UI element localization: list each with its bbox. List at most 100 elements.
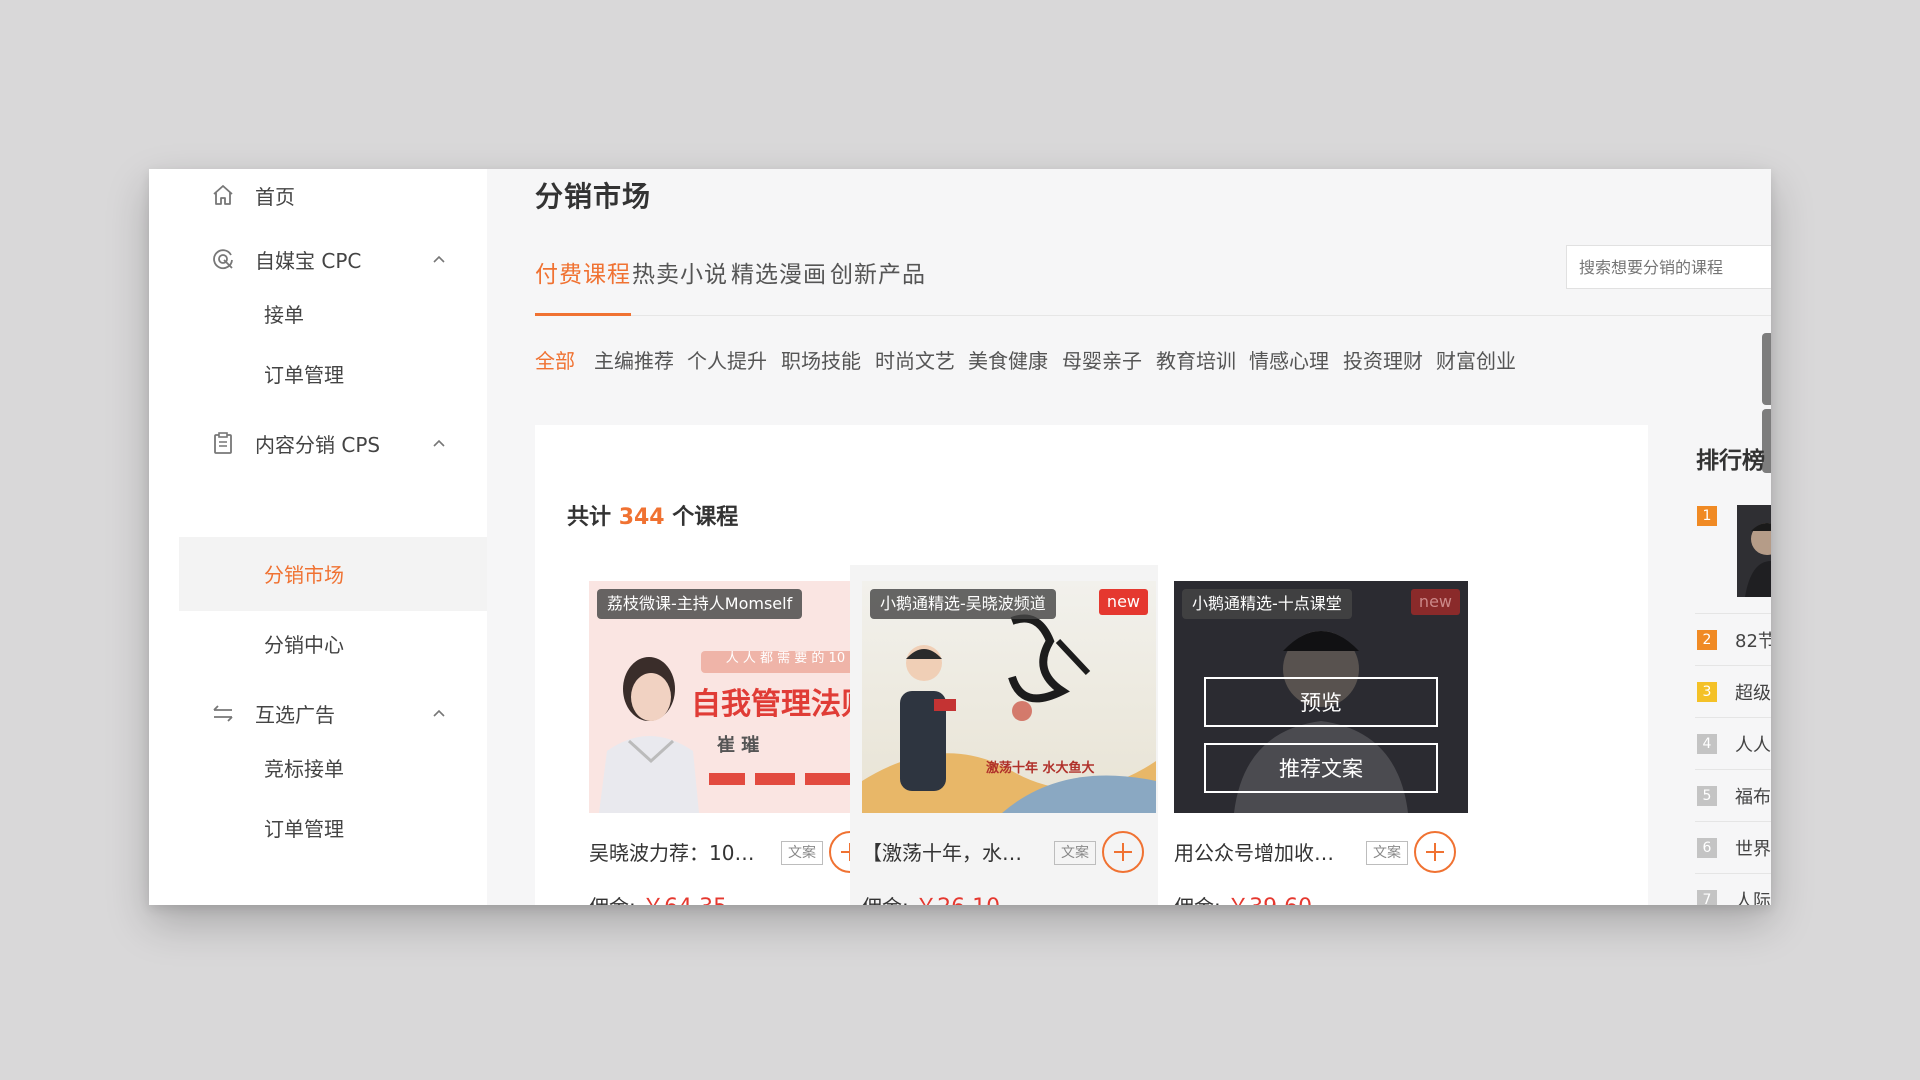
app-window: 首页 自媒宝 CPC 接单 订单管理 内容分销 CPS 分销市场 分销中心 互选… xyxy=(149,169,1771,905)
ranking-item[interactable]: 6 世界 xyxy=(1697,833,1771,863)
new-badge: new xyxy=(1410,589,1460,615)
course-source-tag: 荔枝微课-主持人Momself xyxy=(597,589,803,619)
nav-home-label: 首页 xyxy=(255,184,295,209)
new-badge: new xyxy=(1098,589,1148,615)
ranking-item[interactable]: 2 82节 xyxy=(1697,625,1771,655)
nav-group-cps[interactable]: 内容分销 CPS xyxy=(209,425,445,461)
tab-innovative-products[interactable]: 创新产品 xyxy=(830,255,926,289)
sidebar: 首页 自媒宝 CPC 接单 订单管理 内容分销 CPS 分销市场 分销中心 互选… xyxy=(149,169,489,905)
nav-item-cpc-orders[interactable]: 接单 xyxy=(264,297,304,333)
nav-item-bid-orders[interactable]: 竞标接单 xyxy=(264,751,344,787)
rank-text: 人人 xyxy=(1735,735,1771,756)
ranking-item[interactable]: 1 xyxy=(1697,501,1735,531)
rank-number: 5 xyxy=(1697,786,1717,806)
poster-name: 崔 璀 xyxy=(717,735,760,756)
category-wealth-startup[interactable]: 财富创业 xyxy=(1436,345,1516,374)
nav-item-ads-order-manage[interactable]: 订单管理 xyxy=(264,811,344,847)
search-input[interactable] xyxy=(1566,245,1771,289)
course-title[interactable]: 吴晓波力荐：10… xyxy=(589,837,769,866)
ranking-thumbnail[interactable] xyxy=(1737,505,1771,597)
category-editor-picks[interactable]: 主编推荐 xyxy=(594,345,674,374)
course-card[interactable]: 人 人 都 需 要 的 10 大 自我管理法则 崔 璀 荔枝微课-主持人Moms… xyxy=(565,565,885,905)
tab-selected-comics[interactable]: 精选漫画 xyxy=(731,255,827,289)
course-source-tag: 小鹅通精选-吴晓波频道 xyxy=(870,589,1056,619)
course-source-tag: 小鹅通精选-十点课堂 xyxy=(1182,589,1352,619)
page-title: 分销市场 xyxy=(535,180,652,213)
nav-group-cpc-label: 自媒宝 CPC xyxy=(255,248,362,273)
course-card[interactable]: 激荡十年 水大鱼大 小鹅通精选-吴晓波频道 new 【激荡十年，水… 文案 佣金… xyxy=(850,565,1158,905)
course-title[interactable]: 【激荡十年，水… xyxy=(862,837,1042,866)
course-title[interactable]: 用公众号增加收… xyxy=(1174,837,1354,866)
copy-tag[interactable]: 文案 xyxy=(1054,841,1096,865)
rank-number: 7 xyxy=(1697,890,1717,905)
nav-item-distribution-center[interactable]: 分销中心 xyxy=(264,627,344,663)
ranking-title: 排行榜 xyxy=(1696,448,1765,474)
nav-group-cpc[interactable]: 自媒宝 CPC xyxy=(209,241,445,277)
rank-divider xyxy=(1695,769,1771,770)
rank-text: 人际 xyxy=(1735,891,1771,905)
chevron-up-icon[interactable] xyxy=(429,249,449,269)
recommend-copy-button[interactable]: 推荐文案 xyxy=(1204,743,1438,793)
commission: 佣金: ￥39.60 xyxy=(1174,889,1312,905)
rank-number: 2 xyxy=(1697,630,1717,650)
course-thumbnail[interactable]: 激荡十年 水大鱼大 小鹅通精选-吴晓波频道 new xyxy=(862,581,1156,813)
clipboard-icon xyxy=(209,429,237,457)
nav-group-cps-label: 内容分销 CPS xyxy=(255,432,381,457)
swap-icon xyxy=(209,699,237,727)
ranking-item[interactable]: 4 人人 xyxy=(1697,729,1771,759)
rank-text: 超级 xyxy=(1735,683,1771,704)
course-card[interactable]: 小鹅通精选-十点课堂 new 预览 推荐文案 用公众号增加收… 文案 佣金: ￥… xyxy=(1150,565,1470,905)
poster-subtitle: 激荡十年 水大鱼大 xyxy=(986,761,1095,776)
copy-tag[interactable]: 文案 xyxy=(1366,841,1408,865)
target-icon xyxy=(209,245,237,273)
add-course-button[interactable] xyxy=(1414,831,1456,873)
rank-divider xyxy=(1695,717,1771,718)
nav-item-distribution-market[interactable]: 分销市场 xyxy=(264,557,344,593)
nav-group-ads[interactable]: 互选广告 xyxy=(209,695,445,731)
category-career-skills[interactable]: 职场技能 xyxy=(781,345,861,374)
category-emotional-psychology[interactable]: 情感心理 xyxy=(1249,345,1329,374)
category-all[interactable]: 全部 xyxy=(535,345,575,374)
add-course-button[interactable] xyxy=(1102,831,1144,873)
ranking-item[interactable]: 5 福布 xyxy=(1697,781,1771,811)
preview-button[interactable]: 预览 xyxy=(1204,677,1438,727)
plus-icon xyxy=(1426,843,1444,861)
commission-label: 佣金: xyxy=(1174,895,1221,905)
commission: 佣金: ￥64.35 xyxy=(589,889,727,905)
scrollbar-handle[interactable] xyxy=(1762,333,1771,405)
tab-hot-novels[interactable]: 热卖小说 xyxy=(632,255,728,289)
category-parenting[interactable]: 母婴亲子 xyxy=(1062,345,1142,374)
rank-divider xyxy=(1695,821,1771,822)
rank-text: 福布 xyxy=(1735,787,1771,808)
category-fashion-arts[interactable]: 时尚文艺 xyxy=(875,345,955,374)
chevron-up-icon[interactable] xyxy=(429,703,449,723)
ranking-item[interactable]: 7 人际 xyxy=(1697,885,1771,905)
ranking-item[interactable]: 3 超级 xyxy=(1697,677,1771,707)
nav-home[interactable]: 首页 xyxy=(209,177,295,213)
rank-text: 82节 xyxy=(1735,631,1771,652)
tab-paid-courses[interactable]: 付费课程 xyxy=(535,255,631,289)
rank-text: 世界 xyxy=(1735,839,1771,860)
chevron-up-icon[interactable] xyxy=(429,433,449,453)
course-thumbnail[interactable]: 小鹅通精选-十点课堂 new 预览 推荐文案 xyxy=(1174,581,1468,813)
category-education[interactable]: 教育培训 xyxy=(1156,345,1236,374)
tab-active-underline xyxy=(535,313,631,316)
count-prefix: 共计 xyxy=(567,505,612,530)
commission-price: ￥26.10 xyxy=(915,895,1000,905)
category-food-health[interactable]: 美食健康 xyxy=(968,345,1048,374)
home-icon xyxy=(209,181,237,209)
course-count: 共计 344 个课程 xyxy=(567,499,738,531)
commission-label: 佣金: xyxy=(862,895,909,905)
count-suffix: 个课程 xyxy=(672,505,739,530)
copy-tag[interactable]: 文案 xyxy=(781,841,823,865)
rank-number: 3 xyxy=(1697,682,1717,702)
category-self-improvement[interactable]: 个人提升 xyxy=(687,345,767,374)
rank-number: 6 xyxy=(1697,838,1717,858)
ranking-thumbnail-art xyxy=(1745,523,1771,597)
course-thumbnail[interactable]: 人 人 都 需 要 的 10 大 自我管理法则 崔 璀 荔枝微课-主持人Moms… xyxy=(589,581,883,813)
nav-item-cpc-order-manage[interactable]: 订单管理 xyxy=(264,357,344,393)
nav-group-ads-label: 互选广告 xyxy=(255,702,335,727)
rank-number: 4 xyxy=(1697,734,1717,754)
commission-label: 佣金: xyxy=(589,895,636,905)
category-investment[interactable]: 投资理财 xyxy=(1343,345,1423,374)
